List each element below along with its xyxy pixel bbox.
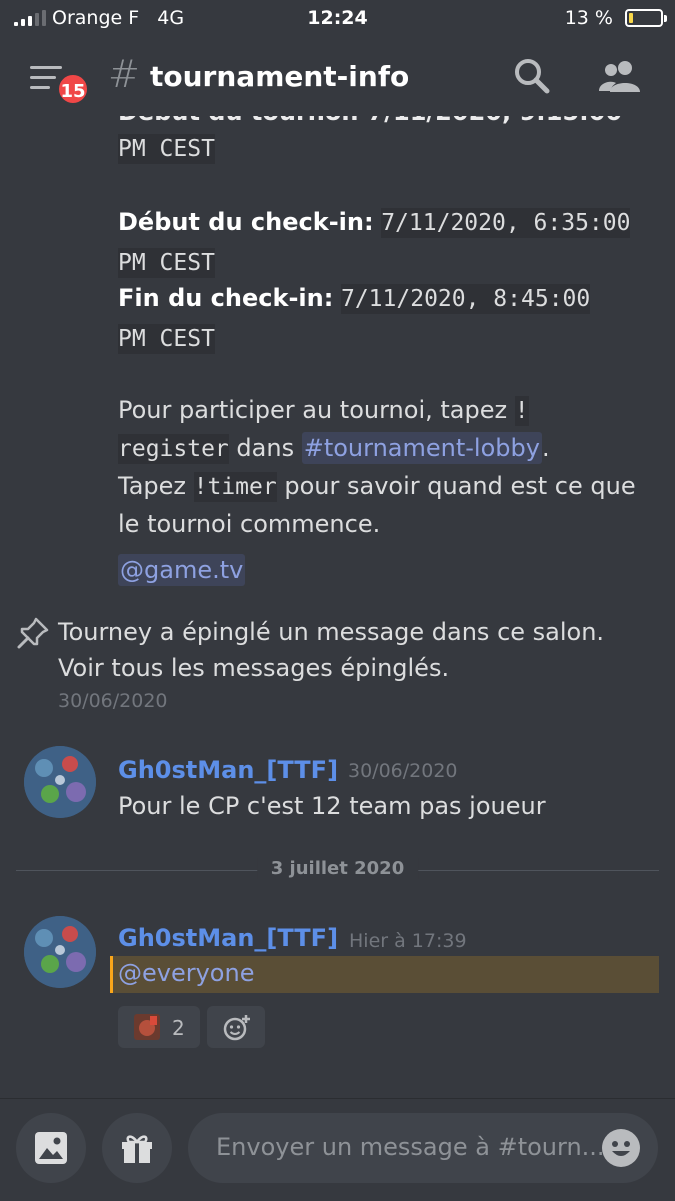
status-bar: Orange F 4G 12:24 13 % (0, 0, 675, 38)
image-icon (35, 1132, 67, 1164)
add-reaction-button[interactable] (207, 1006, 265, 1048)
info-line-1: Pour participer au tournoi, tapez ! (118, 396, 529, 426)
channel-header: 15 # tournament-info (0, 38, 675, 116)
channel-link-lobby[interactable]: #tournament-lobby (301, 432, 542, 464)
gift-icon (122, 1135, 152, 1163)
tournament-start-line-end: PM CEST (118, 134, 215, 164)
view-pinned-link[interactable]: Voir tous les messages épinglés. (58, 654, 449, 682)
tournament-start-line: Début du tournoi: 7/11/2020, 9:15:00 (118, 116, 622, 126)
info-line-3: Tapez !timer pour savoir quand est ce qu… (118, 472, 636, 502)
message-author[interactable]: Gh0stMan_[TTF] (118, 756, 338, 784)
avatar[interactable] (24, 746, 96, 818)
message-composer: Envoyer un message à #tourn... (0, 1098, 675, 1201)
message-timestamp: Hier à 17:39 (349, 930, 467, 952)
members-icon[interactable] (598, 58, 642, 94)
emoji-icon (612, 1141, 630, 1156)
checkin-end-line-end: PM CEST (118, 324, 215, 354)
reaction-button[interactable] (118, 1006, 200, 1048)
emoji-picker-button[interactable] (602, 1129, 640, 1167)
everyone-mention[interactable]: @everyone (118, 959, 254, 987)
add-reaction-icon (223, 1015, 250, 1041)
pin-icon (17, 617, 49, 649)
unread-badge: 15 (56, 72, 90, 106)
message-text: Pour le CP c'est 12 team pas joueur (118, 792, 546, 820)
message-list[interactable]: Début du tournoi: 7/11/2020, 9:15:00 PM … (0, 116, 675, 1098)
pin-date: 30/06/2020 (58, 690, 168, 712)
battery-percent: 13 % (564, 7, 613, 29)
message-author[interactable]: Gh0stMan_[TTF] (118, 924, 338, 952)
info-line-2: register dans #tournament-lobby. (118, 432, 550, 464)
search-icon[interactable] (512, 56, 552, 96)
reaction-count: 2 (172, 1016, 185, 1040)
checkin-start-line: Début du check-in: 7/11/2020, 6:35:00 (118, 208, 631, 238)
message-input[interactable]: Envoyer un message à #tourn... (188, 1113, 658, 1183)
battery-icon (625, 9, 667, 27)
gift-button[interactable] (102, 1113, 172, 1183)
message-timestamp: 30/06/2020 (348, 760, 458, 782)
message-input-placeholder: Envoyer un message à #tourn... (216, 1133, 605, 1161)
channel-hash-icon: # (108, 52, 140, 96)
image-upload-button[interactable] (16, 1113, 86, 1183)
checkin-start-line-end: PM CEST (118, 248, 215, 278)
pin-system-message: Tourney a épinglé un message dans ce sal… (58, 618, 605, 646)
date-divider-label: 3 juillet 2020 (256, 858, 419, 879)
info-line-4: le tournoi commence. (118, 510, 381, 538)
checkin-end-line: Fin du check-in: 7/11/2020, 8:45:00 (118, 284, 591, 314)
avatar[interactable] (24, 916, 96, 988)
mention-game-tv[interactable]: @game.tv (118, 554, 246, 586)
reaction-emoji-icon (134, 1014, 160, 1040)
channel-title[interactable]: tournament-info (150, 60, 409, 93)
